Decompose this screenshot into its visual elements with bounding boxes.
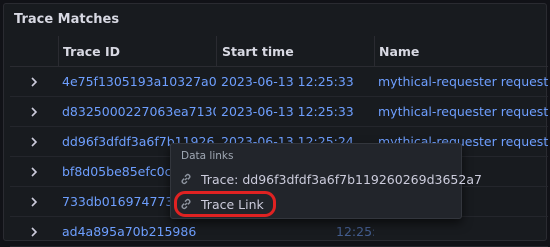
- expand-row-button[interactable]: [10, 187, 58, 216]
- trace-link-highlight-annotation: [174, 191, 276, 217]
- data-link-label: Trace: dd96f3dfdf3a6f7b119260269d3652a7: [201, 171, 482, 187]
- name-link[interactable]: mythical-requester requester: [378, 74, 548, 89]
- expand-row-button[interactable]: [10, 157, 58, 186]
- start-time-link[interactable]: 2023-06-13 12:25:33: [221, 104, 354, 119]
- table-header: Trace ID Start time Name: [10, 36, 548, 67]
- start-time-link[interactable]: 2023-06-13 12:25:33: [221, 74, 354, 89]
- chevron-right-icon: [31, 106, 38, 117]
- chevron-right-icon: [31, 196, 38, 207]
- chevron-right-icon: [31, 166, 38, 177]
- trace-id-column-header[interactable]: Trace ID: [58, 36, 216, 66]
- table-row: ad4a895a70b215986 12:25:00: [10, 217, 548, 247]
- start-time-link[interactable]: 12:25:00: [336, 224, 374, 239]
- start-time-column-header[interactable]: Start time: [216, 36, 374, 66]
- expand-row-button[interactable]: [10, 217, 58, 246]
- chevron-right-icon: [31, 136, 38, 147]
- trace-id-link[interactable]: ad4a895a70b215986: [62, 224, 196, 239]
- link-icon: [181, 173, 191, 185]
- trace-id-link[interactable]: d8325000227063ea7130...: [62, 104, 216, 119]
- table-row: 4e75f1305193a10327a00... 2023-06-13 12:2…: [10, 67, 548, 97]
- chevron-right-icon: [31, 76, 38, 87]
- table-row: d8325000227063ea7130... 2023-06-13 12:25…: [10, 97, 548, 127]
- panel-title: Trace Matches: [14, 12, 120, 27]
- data-links-title: Data links: [181, 150, 234, 162]
- expand-row-button[interactable]: [10, 67, 58, 96]
- data-link-trace-id[interactable]: Trace: dd96f3dfdf3a6f7b119260269d3652a7: [179, 168, 482, 190]
- chevron-right-icon: [31, 226, 38, 237]
- name-column-header[interactable]: Name: [374, 36, 548, 66]
- trace-id-link[interactable]: 4e75f1305193a10327a00...: [62, 74, 216, 89]
- expand-row-button[interactable]: [10, 97, 58, 126]
- name-link[interactable]: mythical-requester requester: [378, 104, 548, 119]
- expand-row-button[interactable]: [10, 127, 58, 156]
